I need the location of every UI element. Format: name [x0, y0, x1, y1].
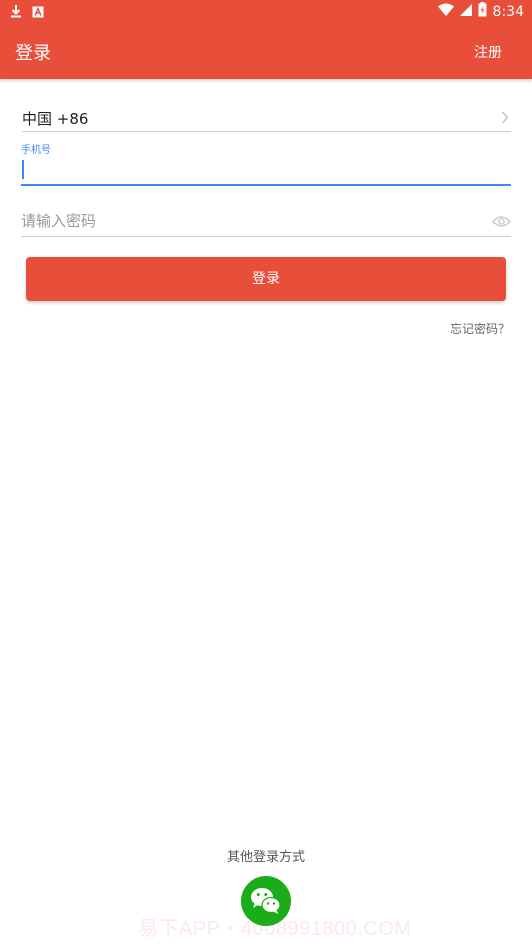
status-right-icons: 8:34 — [437, 2, 524, 21]
wifi-icon — [437, 3, 454, 20]
forgot-password-link[interactable]: 忘记密码？ — [450, 320, 510, 337]
register-button[interactable]: 注册 — [474, 42, 502, 62]
text-cursor — [22, 160, 24, 179]
status-left-icons — [10, 3, 44, 22]
status-time: 8:34 — [492, 3, 524, 20]
battery-icon — [478, 2, 487, 21]
watermark: 易下APP・4008991800.COM — [138, 918, 412, 940]
notification-a-icon — [32, 3, 44, 22]
login-button[interactable]: 登录 — [26, 257, 506, 301]
password-field-container — [21, 205, 511, 237]
download-icon — [10, 3, 22, 22]
other-login-title: 其他登录方式 — [226, 850, 305, 865]
country-code-selector[interactable]: 中国 +86 — [22, 104, 511, 132]
phone-field-container — [21, 154, 511, 186]
country-code-label: 中国 +86 — [22, 110, 89, 128]
status-bar: 8:34 — [0, 0, 532, 24]
page-title: 登录 — [15, 43, 51, 64]
signal-icon — [459, 3, 472, 20]
chevron-right-icon — [501, 109, 509, 128]
phone-input[interactable] — [21, 154, 511, 184]
eye-icon[interactable] — [492, 213, 511, 232]
password-input[interactable] — [21, 205, 481, 236]
app-bar: 登录 注册 — [0, 24, 532, 79]
